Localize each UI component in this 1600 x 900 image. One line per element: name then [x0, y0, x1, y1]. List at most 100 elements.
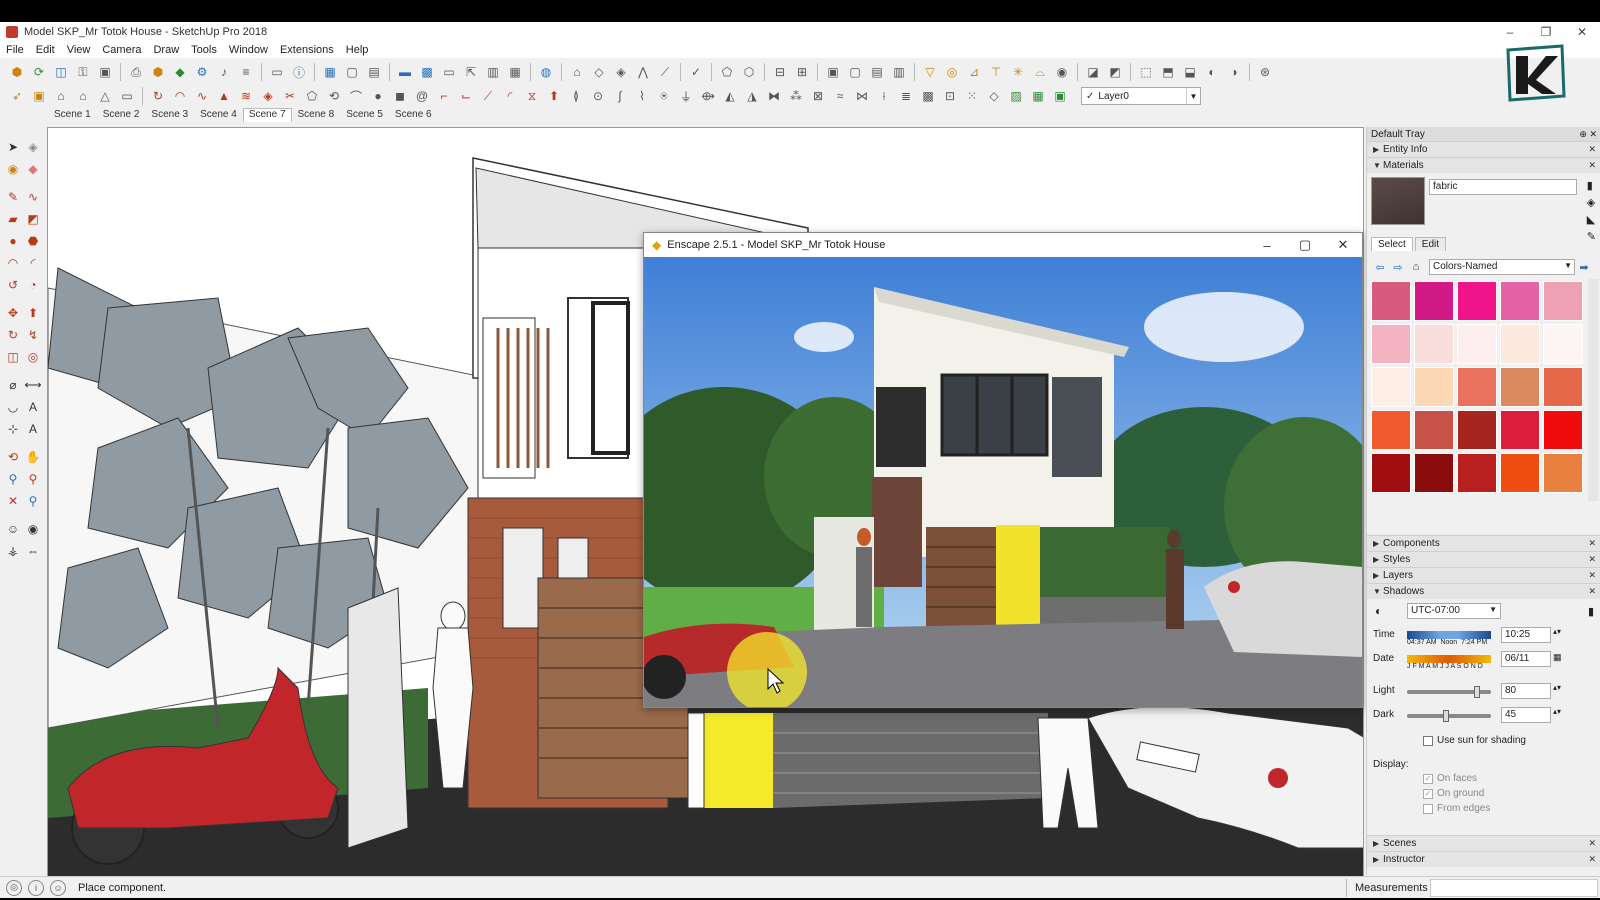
pie-icon[interactable]: ◔ — [24, 276, 42, 294]
menu-draw[interactable]: Draw — [147, 44, 185, 56]
material-swatch[interactable] — [1500, 367, 1540, 407]
car-icon[interactable]: ▭ — [118, 87, 136, 105]
create-material-icon[interactable]: ▮ — [1587, 179, 1596, 192]
material-swatch[interactable] — [1500, 324, 1540, 364]
on-faces-row[interactable]: ✓ On faces — [1423, 773, 1477, 784]
freehand-draw-icon[interactable]: ∿ — [24, 188, 42, 206]
image-icon[interactable]: ▨ — [1007, 87, 1025, 105]
frame-icon[interactable]: ▭ — [440, 63, 458, 81]
look-around-icon[interactable]: ◉ — [24, 520, 42, 538]
panorama-icon[interactable]: ▬ — [396, 63, 414, 81]
close-panel-icon[interactable]: ✕ — [1588, 554, 1596, 565]
material-swatch[interactable] — [1543, 367, 1583, 407]
material-swatch[interactable] — [1371, 367, 1411, 407]
house-icon[interactable]: ⌂ — [52, 87, 70, 105]
shadow-toggle-icon[interactable]: ◐ — [1375, 604, 1382, 618]
material-swatch[interactable] — [1457, 410, 1497, 450]
circle-tool-icon[interactable]: ● — [4, 232, 22, 250]
use-sun-row[interactable]: Use sun for shading — [1423, 735, 1526, 746]
material-name-input[interactable]: fabric — [1429, 179, 1577, 195]
tab-scene-6[interactable]: Scene 6 — [389, 108, 438, 122]
array-icon[interactable]: ⁂ — [787, 87, 805, 105]
enscape-minimize-button[interactable]: – — [1248, 233, 1286, 257]
panel-instructor[interactable]: ▶ Instructor ✕ — [1367, 851, 1600, 867]
panel-scenes[interactable]: ▶ Scenes ✕ — [1367, 835, 1600, 851]
sparkle-icon[interactable]: ✳ — [1009, 63, 1027, 81]
arc-tool-icon[interactable]: ◠ — [4, 254, 22, 272]
tab-scene-8[interactable]: Scene 8 — [292, 108, 341, 122]
shell-icon[interactable]: ⍟ — [655, 87, 673, 105]
section-plane-tool-icon[interactable]: ⇔ — [24, 542, 42, 560]
material-swatch[interactable] — [1371, 281, 1411, 321]
component-icon[interactable]: ◪ — [1084, 63, 1102, 81]
menu-window[interactable]: Window — [223, 44, 274, 56]
menu-camera[interactable]: Camera — [96, 44, 147, 56]
tab-scene-3[interactable]: Scene 3 — [145, 108, 194, 122]
render-icon[interactable]: ◆ — [171, 63, 189, 81]
material-swatch[interactable] — [1414, 324, 1454, 364]
box-icon[interactable]: ◇ — [590, 63, 608, 81]
material-swatch[interactable] — [1543, 324, 1583, 364]
orbit-icon[interactable]: ⟲ — [4, 448, 22, 466]
target-icon[interactable]: ◉ — [1053, 63, 1071, 81]
from-edges-checkbox[interactable] — [1423, 803, 1433, 814]
curve-icon[interactable]: ◠ — [171, 87, 189, 105]
material-swatch[interactable] — [1457, 367, 1497, 407]
close-panel-icon[interactable]: ✕ — [1588, 538, 1596, 549]
home-icon[interactable]: ⌂ — [1407, 261, 1425, 273]
pencil-icon[interactable]: ✎ — [4, 188, 22, 206]
back-arrow-icon[interactable]: ⇦ — [1371, 261, 1389, 274]
dark-input[interactable]: 45 — [1501, 707, 1551, 723]
previous-view-icon[interactable]: ⚲ — [24, 492, 42, 510]
panel-materials[interactable]: ▼ Materials ✕ — [1367, 157, 1600, 173]
from-edges-row[interactable]: From edges — [1423, 803, 1490, 814]
flip-icon[interactable]: ⟲ — [325, 87, 343, 105]
material-swatch[interactable] — [1457, 281, 1497, 321]
funnel-icon[interactable]: ▽ — [921, 63, 939, 81]
cube-icon[interactable]: ◼ — [391, 87, 409, 105]
sphere-icon[interactable]: ● — [369, 87, 387, 105]
layer-dropdown[interactable]: ✓ Layer0 ▼ — [1081, 87, 1201, 105]
layers-3d-icon[interactable]: ◈ — [259, 87, 277, 105]
measurements-input[interactable] — [1430, 878, 1598, 897]
enscape-window[interactable]: ◆ Enscape 2.5.1 - Model SKP_Mr Totok Hou… — [643, 232, 1363, 708]
tile-icon[interactable]: ◇ — [985, 87, 1003, 105]
home-outline-icon[interactable]: ⌂ — [74, 87, 92, 105]
render-green-icon[interactable]: ▣ — [1051, 87, 1069, 105]
tab-scene-7[interactable]: Scene 7 — [242, 108, 292, 122]
push-pull-icon[interactable]: ⊤ — [987, 63, 1005, 81]
skin-icon[interactable]: ⌇ — [633, 87, 651, 105]
tab-scene-5[interactable]: Scene 5 — [340, 108, 389, 122]
date-slider[interactable] — [1407, 655, 1491, 663]
panel-shadows[interactable]: ▼ Shadows ✕ — [1367, 583, 1600, 599]
material-swatch[interactable] — [1414, 453, 1454, 493]
mirror-icon[interactable]: ⧓ — [765, 87, 783, 105]
material-swatch[interactable] — [1371, 410, 1411, 450]
monitor-icon[interactable]: ▦ — [321, 63, 339, 81]
user-icon[interactable]: ☺ — [50, 879, 66, 896]
circle-icon[interactable]: ◎ — [943, 63, 961, 81]
film-icon[interactable]: ▥ — [484, 63, 502, 81]
panel-layers[interactable]: ▶ Layers ✕ — [1367, 567, 1600, 583]
protractor-icon[interactable]: ◡ — [4, 398, 22, 416]
warehouse-icon[interactable]: ⬢ — [8, 63, 26, 81]
sample-paint-icon[interactable]: ✎ — [1587, 230, 1596, 243]
material-swatch[interactable] — [1371, 453, 1411, 493]
spiral-icon[interactable]: @ — [413, 87, 431, 105]
panel-styles[interactable]: ▶ Styles ✕ — [1367, 551, 1600, 567]
geo-icon[interactable]: ⊛ — [1256, 63, 1274, 81]
make-component-icon[interactable]: ◈ — [24, 138, 42, 156]
info-status-icon[interactable]: i — [28, 879, 44, 896]
material-swatch[interactable] — [1414, 410, 1454, 450]
uv-icon[interactable]: ⊡ — [941, 87, 959, 105]
section-plane-icon[interactable]: ⊟ — [771, 63, 789, 81]
scale-icon[interactable]: ◫ — [4, 348, 22, 366]
polygon-icon[interactable]: ⬣ — [24, 232, 42, 250]
layout-icon[interactable]: ▤ — [365, 63, 383, 81]
details-arrow-icon[interactable]: ➡ — [1575, 261, 1593, 274]
on-faces-checkbox[interactable]: ✓ — [1423, 773, 1433, 784]
close-panel-icon[interactable]: ✕ — [1588, 586, 1596, 597]
material-swatch[interactable] — [1414, 281, 1454, 321]
paint-bucket-icon[interactable]: ◉ — [4, 160, 22, 178]
shaded-icon[interactable]: ▥ — [890, 63, 908, 81]
